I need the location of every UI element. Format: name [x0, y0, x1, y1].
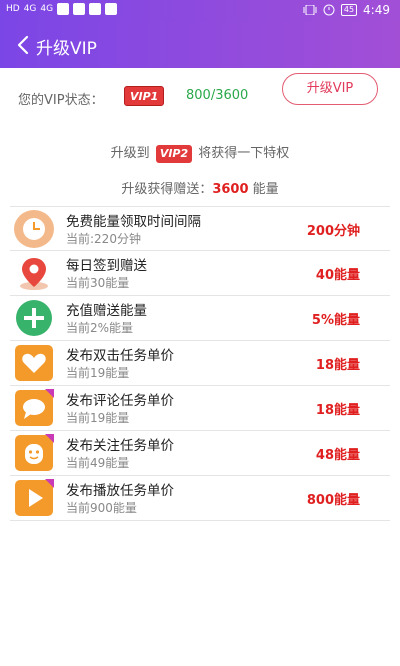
benefit-title: 发布评论任务单价	[66, 393, 174, 409]
benefit-title: 发布播放任务单价	[66, 483, 174, 499]
benefit-value: 5%能量	[311, 313, 360, 328]
benefit-value: 18能量	[315, 403, 360, 418]
list-item: 发布播放任务单价 当前900能量 800能量	[10, 476, 390, 521]
benefit-title: 发布关注任务单价	[66, 438, 174, 454]
battery-icon: 45	[340, 4, 358, 16]
benefits-heading-suffix: 将获得一下特权	[198, 146, 290, 161]
app-bar: 升级VIP	[0, 22, 400, 68]
location-pin-icon	[20, 258, 48, 290]
status-bar-left: HD 4G 4G	[6, 3, 118, 15]
benefit-title: 发布双击任务单价	[66, 348, 174, 364]
upgrade-vip-button[interactable]: 升级VIP	[282, 73, 378, 105]
comment-icon	[15, 389, 54, 426]
benefit-value: 18能量	[315, 358, 360, 373]
play-icon	[15, 479, 54, 516]
reward-label: 升级获得赠送：	[121, 182, 213, 197]
benefit-value: 48能量	[315, 448, 360, 463]
reward-value: 3600	[212, 182, 249, 197]
benefit-current: 当前49能量	[66, 456, 130, 470]
page-title: 升级VIP	[36, 39, 97, 59]
status-network-label-2: 4G	[40, 4, 54, 14]
status-bar: HD 4G 4G 45 4:49	[0, 0, 400, 22]
benefit-list: 免费能量领取时间间隔 当前:220分钟 200分钟 每日签到赠送 当前30能量 …	[10, 206, 390, 521]
status-network-label: 4G	[23, 4, 37, 14]
vip-status-label: 您的VIP状态：	[18, 93, 104, 108]
list-item: 发布关注任务单价 当前49能量 48能量	[10, 431, 390, 476]
benefit-title: 充值赠送能量	[66, 303, 147, 319]
benefit-current: 当前900能量	[66, 501, 137, 515]
benefit-current: 当前30能量	[66, 276, 130, 290]
status-bar-right: 45 4:49	[303, 3, 390, 17]
benefit-title: 免费能量领取时间间隔	[66, 214, 201, 230]
benefits-section: 升级到 VIP2 将获得一下特权 升级获得赠送：3600 能量 免费能量领取时间…	[0, 126, 400, 666]
plus-icon	[16, 300, 52, 336]
vibrate-icon	[303, 5, 317, 15]
heart-icon	[15, 345, 53, 381]
benefit-title: 每日签到赠送	[66, 258, 147, 274]
clock-time: 4:49	[363, 3, 390, 17]
vip2-badge: VIP2	[155, 145, 193, 163]
follow-icon	[15, 434, 54, 471]
notification-icon	[105, 3, 118, 15]
benefit-current: 当前19能量	[66, 366, 130, 380]
benefit-current: 当前:220分钟	[66, 232, 141, 246]
vip-level-badge: VIP1	[124, 86, 165, 106]
benefit-current: 当前19能量	[66, 411, 130, 425]
notification-icon	[89, 3, 102, 15]
upgrade-reward-line: 升级获得赠送：3600 能量	[0, 178, 400, 197]
list-item: 发布双击任务单价 当前19能量 18能量	[10, 341, 390, 386]
benefit-value: 200分钟	[306, 224, 360, 239]
benefits-heading-prefix: 升级到	[110, 146, 150, 161]
status-hd-label: HD	[6, 4, 20, 14]
benefits-heading: 升级到 VIP2 将获得一下特权	[0, 142, 400, 163]
benefit-current: 当前2%能量	[66, 321, 134, 335]
benefit-value: 800能量	[306, 493, 360, 508]
reward-unit: 能量	[248, 182, 279, 197]
clock-icon	[14, 210, 54, 248]
list-item: 发布评论任务单价 当前19能量 18能量	[10, 386, 390, 431]
list-item: 免费能量领取时间间隔 当前:220分钟 200分钟	[10, 206, 390, 251]
list-item: 充值赠送能量 当前2%能量 5%能量	[10, 296, 390, 341]
benefit-value: 40能量	[315, 268, 360, 283]
vip-progress-value: 800/3600	[186, 88, 249, 103]
alarm-icon	[323, 4, 335, 16]
list-item: 每日签到赠送 当前30能量 40能量	[10, 251, 390, 296]
back-arrow-icon[interactable]	[14, 34, 34, 56]
notification-icon	[57, 3, 70, 15]
notification-icon	[73, 3, 86, 15]
